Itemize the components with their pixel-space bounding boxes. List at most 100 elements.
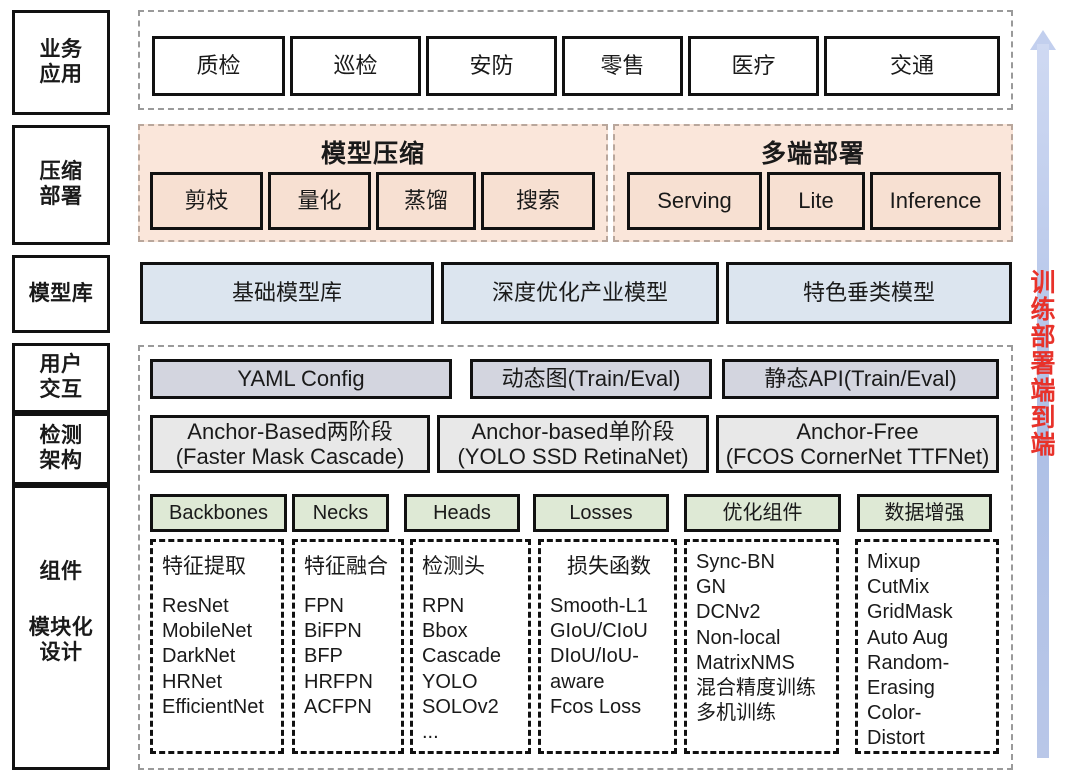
business-app-item[interactable]: 医疗 — [688, 36, 819, 96]
end-to-end-arrow: 训 练 部 署 端 到 端 — [1028, 30, 1058, 758]
model-zoo-item[interactable]: 特色垂类模型 — [726, 262, 1012, 324]
deploy-item-label: Inference — [889, 188, 982, 214]
business-app-label: 医疗 — [731, 53, 776, 79]
business-app-label: 零售 — [600, 53, 645, 79]
arrow-char: 到 — [1030, 404, 1056, 432]
stage-label-modelzoo-text: 模型库 — [28, 281, 94, 305]
component-detail-item: GN — [696, 576, 726, 599]
business-app-item[interactable]: 巡检 — [290, 36, 421, 96]
compression-item[interactable]: 搜索 — [481, 172, 595, 230]
stage-label-components-text-2: 模块化 设计 — [28, 615, 94, 664]
model-zoo-label: 特色垂类模型 — [802, 280, 935, 306]
component-detail-title: 检测头 — [422, 555, 485, 578]
user-interaction-label: 动态图(Train/Eval) — [501, 366, 681, 392]
component-detail-backbones: 特征提取 ResNet MobileNet DarkNet HRNet Effi… — [150, 539, 284, 754]
component-detail-item: MatrixNMS — [696, 651, 795, 674]
component-detail-augmentation: Mixup CutMix GridMask Auto Aug Random- E… — [855, 539, 999, 754]
compression-item[interactable]: 量化 — [268, 172, 371, 230]
compression-item[interactable]: 剪枝 — [150, 172, 263, 230]
component-detail-title: 特征融合 — [304, 555, 388, 578]
component-detail-item: HRFPN — [304, 670, 373, 693]
model-zoo-item[interactable]: 深度优化产业模型 — [441, 262, 719, 324]
component-detail-item: aware — [550, 670, 605, 693]
component-detail-item: DIoU/IoU- — [550, 645, 639, 668]
component-header-backbones[interactable]: Backbones — [150, 494, 287, 532]
business-app-label: 安防 — [469, 53, 514, 79]
stage-label-compress-text: 压缩 部署 — [39, 160, 83, 208]
user-interaction-item[interactable]: YAML Config — [150, 359, 452, 399]
detection-arch-item[interactable]: Anchor-Based两阶段 (Faster Mask Cascade) — [150, 415, 430, 473]
business-app-item[interactable]: 零售 — [562, 36, 683, 96]
user-interaction-label: YAML Config — [237, 366, 365, 392]
component-detail-item: BFP — [304, 645, 343, 668]
component-detail-item: Sync-BN — [696, 551, 775, 573]
user-interaction-item[interactable]: 动态图(Train/Eval) — [470, 359, 712, 399]
detection-arch-item[interactable]: Anchor-Free (FCOS CornerNet TTFNet) — [716, 415, 999, 473]
component-header-losses[interactable]: Losses — [533, 494, 669, 532]
deploy-item[interactable]: Lite — [767, 172, 865, 230]
compression-item-label: 搜索 — [515, 188, 560, 214]
component-header-label: 优化组件 — [722, 501, 803, 524]
business-app-item[interactable]: 安防 — [426, 36, 557, 96]
arrow-char: 练 — [1030, 296, 1056, 324]
user-interaction-item[interactable]: 静态API(Train/Eval) — [722, 359, 999, 399]
stage-label-detection-arch: 检测 架构 — [12, 413, 110, 485]
arrow-char: 端 — [1030, 377, 1056, 405]
compression-item-label: 量化 — [297, 188, 342, 214]
component-detail-item: 混合精度训练 — [696, 676, 816, 699]
component-detail-item: DCNv2 — [696, 601, 761, 624]
model-zoo-label: 深度优化产业模型 — [491, 280, 668, 306]
component-detail-item: Bbox — [422, 620, 468, 643]
component-header-optimization[interactable]: 优化组件 — [684, 494, 841, 532]
business-app-label: 质检 — [196, 53, 241, 79]
detection-arch-label: Anchor-Free (FCOS CornerNet TTFNet) — [725, 418, 990, 469]
component-detail-title: 特征提取 — [162, 555, 246, 578]
stage-label-business: 业务 应用 — [12, 10, 110, 115]
business-app-label: 交通 — [889, 53, 934, 79]
component-detail-item: Non-local — [696, 626, 781, 649]
component-header-necks[interactable]: Necks — [292, 494, 389, 532]
component-detail-item: Color- — [867, 702, 922, 725]
compression-item[interactable]: 蒸馏 — [376, 172, 476, 230]
component-header-augmentation[interactable]: 数据增强 — [857, 494, 992, 532]
model-zoo-item[interactable]: 基础模型库 — [140, 262, 434, 324]
component-detail-item: DarkNet — [162, 645, 236, 668]
detection-arch-item[interactable]: Anchor-based单阶段 (YOLO SSD RetinaNet) — [437, 415, 709, 473]
component-detail-item: CutMix — [867, 576, 930, 599]
stage-label-detection-arch-text: 检测 架构 — [39, 424, 83, 472]
component-detail-item: FPN — [304, 595, 344, 617]
compression-item-label: 剪枝 — [184, 188, 229, 214]
component-detail-item: Erasing — [867, 676, 935, 699]
deploy-item[interactable]: Serving — [627, 172, 762, 230]
stage-label-modelzoo: 模型库 — [12, 255, 110, 333]
deploy-item-label: Lite — [798, 188, 834, 214]
stage-label-components-text-1: 组件 — [39, 559, 83, 583]
component-detail-losses: 损失函数 Smooth-L1 GIoU/CIoU DIoU/IoU- aware… — [538, 539, 677, 754]
business-app-item[interactable]: 质检 — [152, 36, 285, 96]
component-detail-necks: 特征融合 FPN BiFPN BFP HRFPN ACFPN — [292, 539, 404, 754]
arrow-char: 署 — [1030, 350, 1056, 378]
component-detail-item: Mixup — [867, 551, 921, 573]
component-detail-item: GIoU/CIoU — [550, 620, 648, 643]
detection-arch-label: Anchor-Based两阶段 (Faster Mask Cascade) — [175, 418, 405, 469]
component-detail-heads: 检测头 RPN Bbox Cascade YOLO SOLOv2 ... — [410, 539, 531, 754]
component-header-label: Heads — [433, 501, 491, 524]
business-app-item[interactable]: 交通 — [824, 36, 1000, 96]
component-detail-item: SOLOv2 — [422, 695, 499, 718]
component-detail-item: MobileNet — [162, 620, 253, 643]
model-compression-title: 模型压缩 — [320, 140, 425, 168]
deploy-item-label: Serving — [657, 188, 732, 214]
architecture-diagram: 业务 应用 压缩 部署 模型库 用户 交互 检测 架构 组件 模块化 设计 质检… — [0, 0, 1080, 780]
deploy-item[interactable]: Inference — [870, 172, 1001, 230]
component-detail-item: GridMask — [867, 601, 953, 624]
arrow-char: 训 — [1030, 269, 1056, 297]
stage-label-components: 组件 模块化 设计 — [12, 485, 110, 770]
component-header-heads[interactable]: Heads — [404, 494, 520, 532]
component-detail-item: Fcos Loss — [550, 695, 642, 718]
component-detail-item: Smooth-L1 — [550, 595, 648, 617]
multi-deploy-title: 多端部署 — [760, 140, 865, 168]
stage-label-business-text: 业务 应用 — [39, 37, 83, 86]
component-header-label: Necks — [312, 501, 369, 524]
component-detail-item: ACFPN — [304, 695, 372, 718]
component-header-label: Backbones — [169, 501, 268, 524]
